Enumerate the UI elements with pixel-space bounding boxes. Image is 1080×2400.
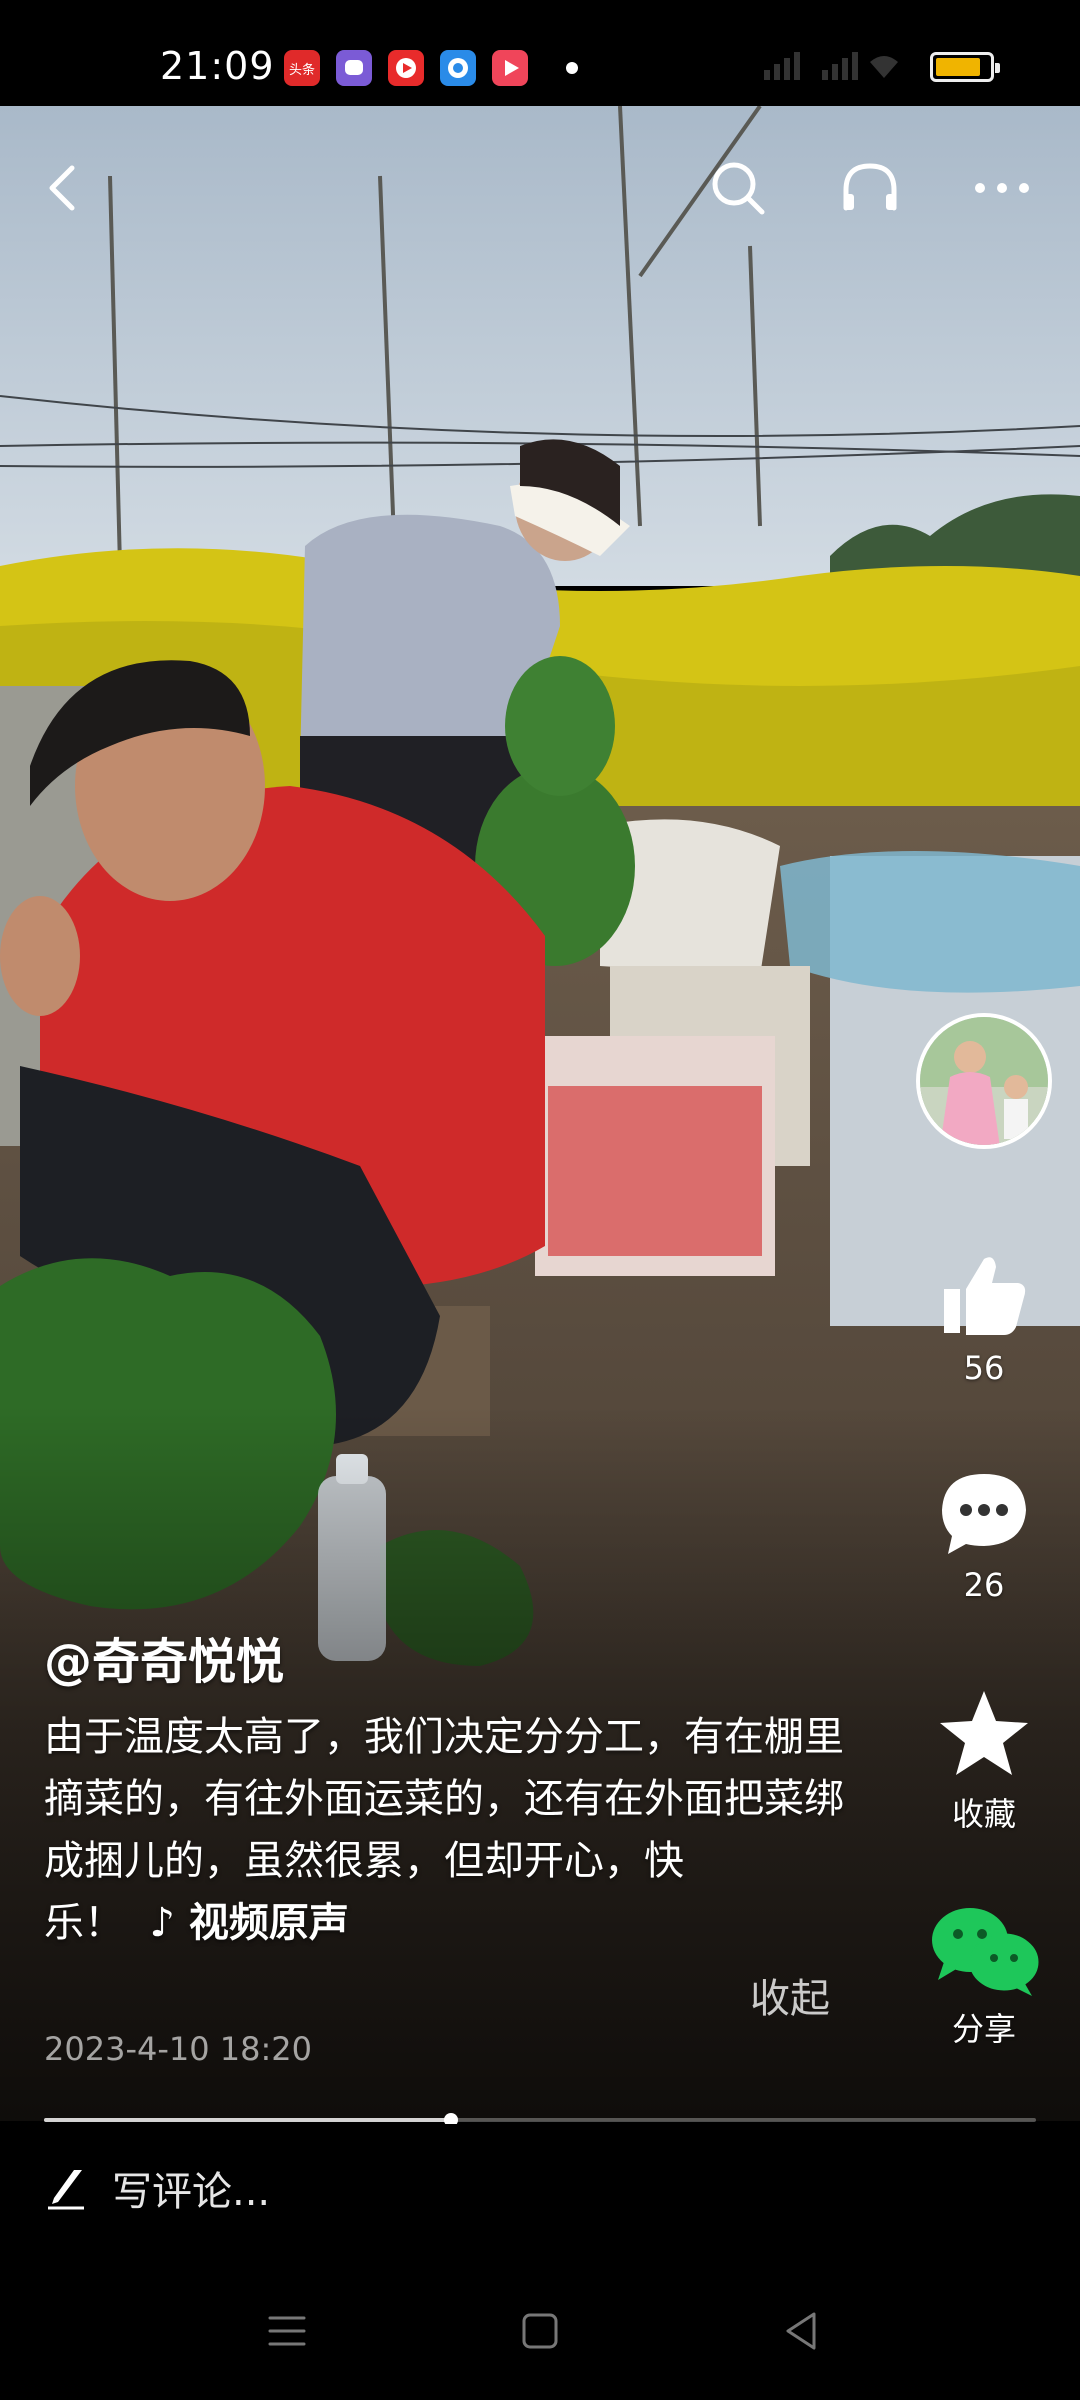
browser-app-icon: [440, 50, 476, 86]
battery-fill: [936, 58, 981, 76]
signal-icon: [764, 52, 898, 80]
like-count: 56: [963, 1349, 1005, 1387]
search-icon: [712, 162, 765, 215]
headphones-icon: [843, 163, 897, 211]
comment-bar: 写评论...: [0, 2124, 1080, 2264]
system-back-icon: [786, 2312, 816, 2350]
status-clock: 21:09: [160, 44, 275, 88]
comment-count: 26: [963, 1566, 1005, 1604]
comment-input[interactable]: 写评论...: [44, 2158, 270, 2218]
system-home-button[interactable]: [515, 2306, 565, 2356]
svg-text:头条: 头条: [289, 62, 315, 78]
comment-icon: [934, 1462, 1034, 1562]
video-app-icon: [388, 50, 424, 86]
more-button[interactable]: [966, 152, 1038, 224]
back-icon: [49, 165, 75, 211]
share-action[interactable]: 分享: [900, 1900, 1068, 2050]
menu-icon: [268, 2316, 306, 2346]
favorite-action[interactable]: 收藏: [900, 1685, 1068, 1835]
wechat-share-icon: [924, 1900, 1044, 2000]
post-date: 2023-4-10 18:20: [44, 2030, 312, 2068]
favorite-label: 收藏: [951, 1795, 1016, 1833]
battery-icon: [930, 52, 1000, 82]
toutiao-app-icon: 头条: [284, 50, 320, 86]
video-progress-bar[interactable]: [44, 2113, 1036, 2127]
share-label: 分享: [951, 2010, 1016, 2048]
back-button[interactable]: [28, 152, 100, 224]
comment-action[interactable]: 26: [900, 1462, 1068, 1604]
search-button[interactable]: [702, 152, 774, 224]
system-navigation-bar: [0, 2264, 1080, 2400]
author-avatar[interactable]: [916, 1013, 1052, 1149]
more-notifications-dot: [566, 62, 578, 74]
like-action[interactable]: 56: [900, 1245, 1068, 1387]
home-icon: [522, 2313, 558, 2349]
system-back-button[interactable]: [776, 2306, 826, 2356]
chat-app-icon: [336, 50, 372, 86]
star-icon: [934, 1685, 1034, 1785]
post-description: 由于温度太高了，我们决定分分工，有在棚里摘菜的，有往外面运菜的，还有在外面把菜绑…: [44, 1706, 844, 1954]
collapse-button[interactable]: 收起: [750, 1966, 830, 2024]
status-bar: 21:09 头条: [0, 0, 1080, 106]
music-link[interactable]: ♪ 视频原声: [149, 1900, 348, 1946]
system-menu-button[interactable]: [262, 2306, 312, 2356]
play-app-icon: [492, 50, 528, 86]
listen-button[interactable]: [834, 152, 906, 224]
more-icon: [975, 183, 1029, 193]
comment-placeholder: 写评论...: [112, 2169, 271, 2215]
pen-icon: [48, 2170, 84, 2210]
author-name[interactable]: @奇奇悦悦: [44, 1622, 284, 1692]
progress-fill: [44, 2118, 451, 2122]
like-icon: [934, 1245, 1034, 1345]
